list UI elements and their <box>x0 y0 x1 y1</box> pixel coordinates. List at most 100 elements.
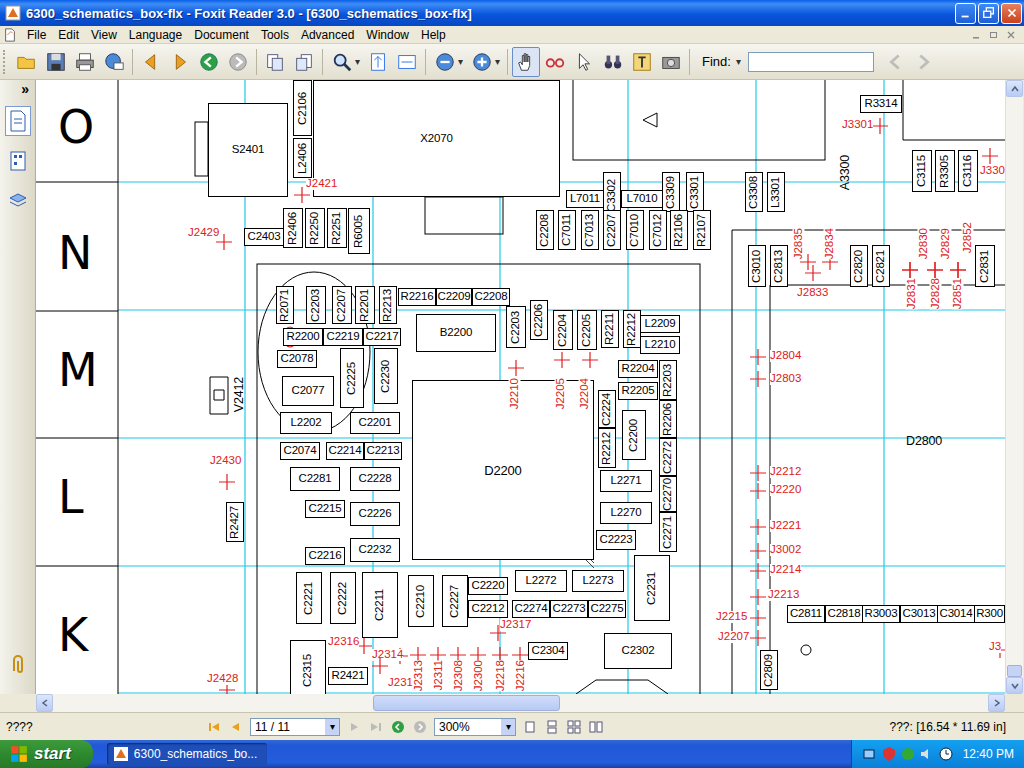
test-point-label[interactable]: J2835 <box>793 228 805 259</box>
pcb-component[interactable]: C2203 <box>506 306 526 348</box>
pcb-component[interactable]: C2302 <box>604 633 672 669</box>
restore-button[interactable] <box>978 3 999 24</box>
thumbnails-panel-button[interactable] <box>5 146 31 176</box>
pcb-component[interactable]: L2202 <box>280 412 332 434</box>
pcb-component[interactable]: C2209 <box>436 288 472 306</box>
test-point-label[interactable]: J2851 <box>952 278 964 309</box>
pcb-component[interactable]: C3010 <box>748 245 766 287</box>
test-point-label[interactable]: J2834 <box>824 228 836 259</box>
search-button[interactable] <box>599 47 627 77</box>
single-page-view-icon[interactable] <box>522 719 538 735</box>
pcb-component[interactable]: D2800 <box>898 432 950 450</box>
menu-item[interactable]: Edit <box>52 28 85 42</box>
pcb-component[interactable]: R2200 <box>283 328 323 346</box>
print-button[interactable] <box>71 47 99 77</box>
zoom-out-button[interactable]: ▾ <box>430 47 466 77</box>
pcb-component[interactable]: R2206 <box>659 400 677 438</box>
pcb-component[interactable]: C2078 <box>277 350 317 368</box>
pcb-component[interactable]: C2201 <box>350 412 400 434</box>
test-point-label[interactable]: J2804 <box>770 350 801 362</box>
mdi-minimize-icon[interactable] <box>970 28 984 42</box>
pcb-layout-page[interactable]: ONMLKS2401C2106L2406X2070R2406R2250R2251… <box>36 80 1005 694</box>
menu-item[interactable]: Window <box>360 28 415 42</box>
pcb-component[interactable]: C2403 <box>244 228 284 246</box>
pcb-component[interactable]: R2427 <box>226 502 244 542</box>
pcb-component[interactable]: R300 <box>974 605 1005 623</box>
menu-item[interactable]: View <box>85 28 123 42</box>
snapshot-button[interactable] <box>657 47 685 77</box>
pcb-component[interactable]: C2212 <box>468 600 508 618</box>
test-point-label[interactable]: J2316 <box>328 636 359 648</box>
pcb-component[interactable]: R2106 <box>670 210 688 250</box>
pcb-component[interactable]: C2315 <box>290 640 326 694</box>
test-point-label[interactable]: J2831 <box>906 278 918 309</box>
test-point-label[interactable]: J2430 <box>210 455 241 467</box>
pcb-component[interactable]: C2227 <box>442 575 468 627</box>
test-point-label[interactable]: J2214 <box>770 564 801 576</box>
pcb-component[interactable]: R2213 <box>379 286 397 324</box>
pcb-component[interactable]: D2200 <box>412 380 594 560</box>
pcb-component[interactable]: C2275 <box>588 600 626 618</box>
pcb-component[interactable]: R2203 <box>659 360 677 400</box>
pcb-component[interactable]: C2216 <box>305 547 345 565</box>
pcb-component[interactable]: C2207 <box>603 210 621 250</box>
pages-panel-button[interactable] <box>5 106 31 136</box>
pcb-component[interactable]: B2200 <box>416 314 496 352</box>
pcb-component[interactable]: L3301 <box>767 172 785 212</box>
pcb-component[interactable]: A3300 <box>838 140 852 206</box>
find-previous-button[interactable] <box>881 47 909 77</box>
mdi-restore-icon[interactable] <box>987 28 1001 42</box>
forward-button[interactable] <box>224 47 252 77</box>
pcb-component[interactable]: C2203 <box>306 286 326 324</box>
email-button[interactable] <box>100 47 128 77</box>
forward-view-icon[interactable] <box>412 719 428 735</box>
pcb-component[interactable]: C2217 <box>363 328 401 346</box>
pcb-component[interactable]: C2226 <box>350 502 400 526</box>
pcb-component[interactable]: C2213 <box>364 442 402 460</box>
mdi-close-icon[interactable] <box>1004 28 1018 42</box>
pcb-component[interactable]: C2232 <box>350 538 400 562</box>
pcb-component[interactable]: C2221 <box>296 572 322 624</box>
test-point-label[interactable]: J2311 <box>433 660 445 690</box>
pcb-component[interactable]: C2219 <box>323 328 363 346</box>
pcb-component[interactable]: C3308 <box>745 172 763 212</box>
test-point-label[interactable]: J2207 <box>718 631 749 643</box>
pcb-component[interactable]: C7010 <box>626 210 644 250</box>
pcb-component[interactable]: L2273 <box>572 570 624 592</box>
pcb-component[interactable]: R2216 <box>398 288 436 306</box>
open-button[interactable] <box>13 47 41 77</box>
attachments-panel-button[interactable] <box>5 650 31 680</box>
pcb-component[interactable]: C2274 <box>512 600 550 618</box>
rotate-right-button[interactable] <box>290 47 318 77</box>
test-point-label[interactable]: J2421 <box>306 178 337 190</box>
back-button[interactable] <box>195 47 223 77</box>
test-point-label[interactable]: J2830 <box>918 228 930 259</box>
test-point-label[interactable]: J2216 <box>515 660 527 691</box>
minimize-button[interactable] <box>955 3 976 24</box>
pcb-component[interactable]: L2210 <box>640 336 680 354</box>
facing-view-icon[interactable] <box>566 719 582 735</box>
pcb-component[interactable]: C2106 <box>293 80 312 136</box>
pcb-component[interactable]: C2304 <box>528 642 568 660</box>
pcb-component[interactable]: C2813 <box>770 245 788 287</box>
pcb-component[interactable]: L2406 <box>293 138 312 178</box>
test-point-label[interactable]: J3 <box>989 641 1001 653</box>
zoom-in-tool-button[interactable]: ▾ <box>327 47 363 77</box>
pcb-component[interactable]: R2201 <box>355 286 375 324</box>
scroll-thumb[interactable] <box>1007 665 1022 677</box>
test-point-label[interactable]: J2852 <box>962 222 974 253</box>
fit-page-button[interactable] <box>364 47 392 77</box>
pcb-component[interactable]: L2209 <box>640 315 680 333</box>
pcb-component[interactable]: C2214 <box>326 442 364 460</box>
pcb-component[interactable]: C2206 <box>530 300 548 340</box>
pcb-component[interactable]: C7012 <box>649 210 667 250</box>
pcb-component[interactable]: C7013 <box>581 210 599 250</box>
test-point-label[interactable]: J2300 <box>473 660 485 691</box>
test-point-label[interactable]: J2213 <box>768 589 799 601</box>
pcb-component[interactable]: C2821 <box>872 245 890 287</box>
test-point-label[interactable]: J2314 <box>372 649 403 661</box>
pcb-component[interactable]: R3305 <box>935 150 955 192</box>
taskbar-task[interactable]: 6300_schematics_bo... <box>107 743 267 765</box>
pcb-component[interactable]: C2273 <box>550 600 588 618</box>
pcb-component[interactable]: L7010 <box>621 190 663 208</box>
